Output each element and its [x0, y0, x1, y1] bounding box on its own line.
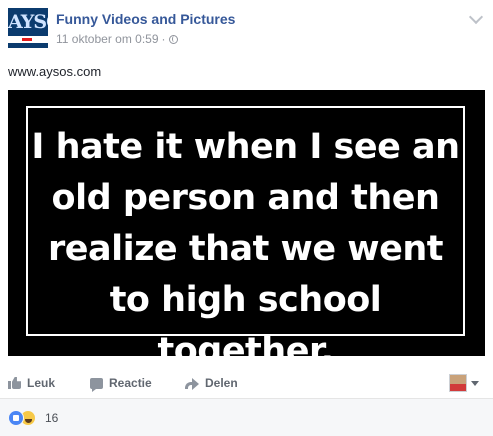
- comment-icon: [90, 377, 103, 392]
- post-image[interactable]: I hate it when I see an old person and t…: [8, 90, 485, 371]
- caret-down-icon: [471, 381, 479, 386]
- facebook-post: AYSOS Funny Videos and Pictures 11 oktob…: [0, 0, 493, 436]
- post-timestamp[interactable]: 11 oktober om 0:59: [56, 32, 159, 46]
- share-button[interactable]: Delen: [185, 376, 238, 390]
- like-label: Leuk: [27, 376, 56, 390]
- thumbs-up-icon: [8, 377, 21, 389]
- share-arrow-icon: [185, 377, 199, 390]
- avatar-logo-band: [8, 36, 48, 43]
- post-header: AYSOS Funny Videos and Pictures 11 oktob…: [8, 8, 485, 48]
- post-meta: 11 oktober om 0:59 ·: [56, 32, 178, 46]
- page-name-link[interactable]: Funny Videos and Pictures: [56, 11, 235, 27]
- avatar-logo-text: AYSOS: [8, 11, 48, 33]
- post-as-selector[interactable]: [449, 372, 479, 394]
- viewer-avatar: [449, 374, 467, 392]
- meta-separator: ·: [161, 32, 166, 46]
- post-text-link[interactable]: www.aysos.com: [8, 64, 101, 79]
- comment-label: Reactie: [109, 376, 152, 390]
- image-frame: I hate it when I see an old person and t…: [26, 106, 465, 371]
- globe-icon[interactable]: [168, 35, 178, 44]
- page-avatar[interactable]: AYSOS: [8, 8, 48, 48]
- like-button[interactable]: Leuk: [8, 376, 55, 390]
- action-bar: Leuk Reactie Delen: [0, 370, 493, 396]
- share-label: Delen: [205, 376, 238, 390]
- like-reaction-icon: [8, 410, 24, 426]
- image-caption-text: I hate it when I see an old person and t…: [31, 127, 460, 371]
- reaction-icons[interactable]: [8, 410, 38, 426]
- reaction-count[interactable]: 16: [45, 411, 58, 425]
- reactions-bar: 16: [0, 398, 493, 436]
- comment-button[interactable]: Reactie: [90, 376, 152, 392]
- post-options-chevron-down-icon[interactable]: [468, 9, 484, 25]
